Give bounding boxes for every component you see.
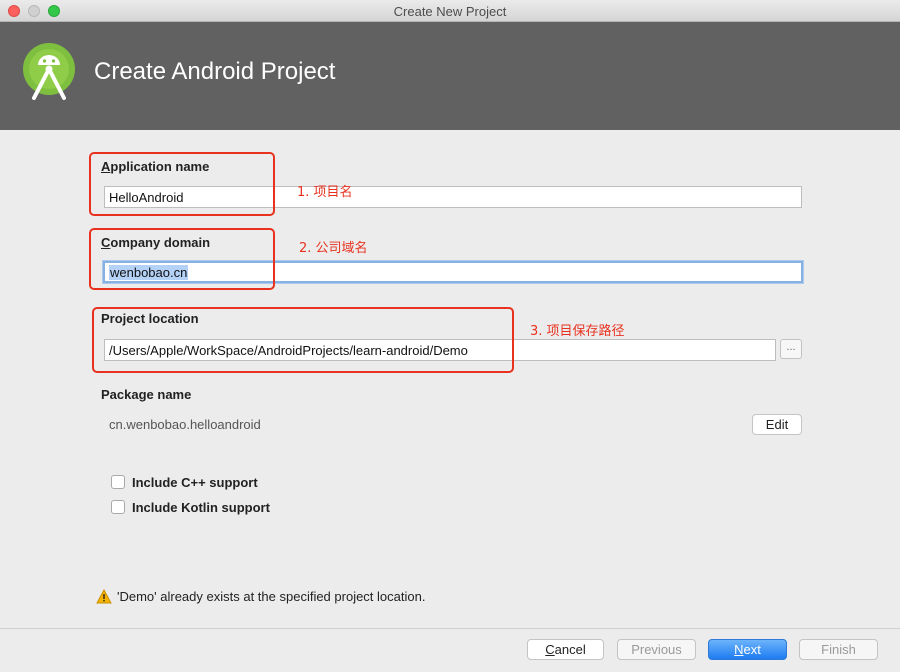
header-banner: Create Android Project xyxy=(0,22,900,130)
package-name-label: Package name xyxy=(101,387,192,402)
include-kotlin-checkbox[interactable] xyxy=(111,500,125,514)
window-titlebar: Create New Project xyxy=(0,0,900,22)
include-cpp-checkbox[interactable] xyxy=(111,475,125,489)
annotation-label-1: 1. 项目名 xyxy=(297,185,353,200)
previous-button[interactable]: Previous xyxy=(617,639,696,660)
warning-message: 'Demo' already exists at the specified p… xyxy=(117,589,426,604)
include-cpp-label: Include C++ support xyxy=(132,475,258,490)
next-button[interactable]: Next xyxy=(708,639,787,660)
annotation-label-3: 3. 项目保存路径 xyxy=(530,324,625,339)
window-title: Create New Project xyxy=(393,4,507,19)
annotation-box-project-location xyxy=(92,307,514,373)
cancel-button[interactable]: Cancel xyxy=(527,639,604,660)
finish-button[interactable]: Finish xyxy=(799,639,878,660)
android-studio-logo-icon xyxy=(23,43,75,100)
annotation-box-application-name xyxy=(89,152,275,216)
annotation-label-2: 2. 公司域名 xyxy=(299,241,368,256)
include-kotlin-label: Include Kotlin support xyxy=(132,500,270,515)
browse-location-button[interactable]: ... xyxy=(780,339,802,359)
edit-package-button[interactable]: Edit xyxy=(752,414,802,435)
page-title: Create Android Project xyxy=(94,58,336,85)
annotation-box-company-domain xyxy=(89,228,275,290)
package-name-value: cn.wenbobao.helloandroid xyxy=(109,417,261,432)
warning-icon xyxy=(96,589,112,604)
